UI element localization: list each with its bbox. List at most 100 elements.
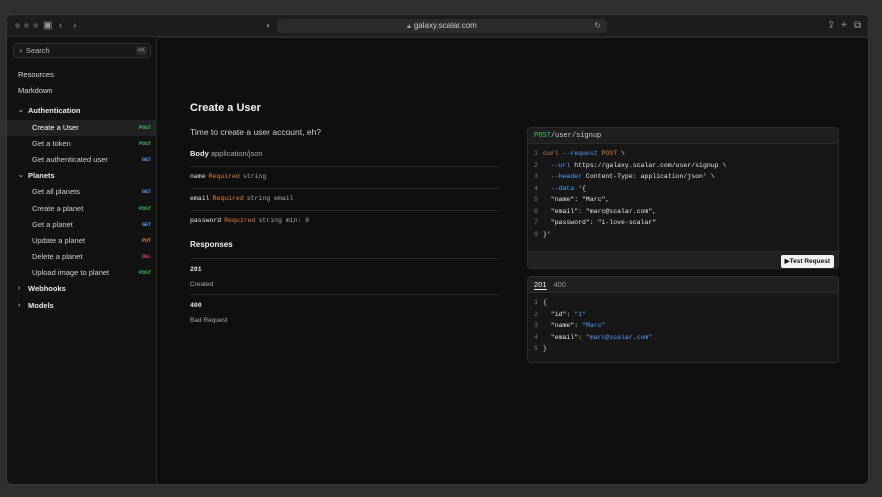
response-text: Created (190, 281, 214, 288)
sidebar-item-label: Markdown (18, 86, 53, 96)
code-line: 8}' (534, 230, 551, 238)
chevron-right-icon: › (18, 285, 21, 293)
param-required: Required (224, 217, 256, 224)
sidebar-item-label: Models (28, 300, 54, 310)
search-shortcut: ⌘K (135, 46, 147, 55)
divider (158, 37, 868, 38)
sidebar-item-label: Get all planets (32, 187, 80, 197)
param-name: name (190, 173, 206, 180)
param-row: name Required string (190, 166, 500, 188)
url-text: galaxy.scalar.com (413, 21, 477, 30)
code-line: 5 "name": "Marc", (534, 196, 610, 203)
sidebar-item-label: Update a planet (32, 235, 85, 245)
sidebar-item-label: Delete a planet (32, 252, 83, 262)
back-icon[interactable]: ‹ (59, 19, 62, 33)
sidebar: ⌕ Search ⌘K Resources Markdown ⌄ Authenticat… (7, 37, 157, 484)
sidebar-item-label: Resources (18, 70, 54, 79)
sidebar-item-delete-a-planet[interactable]: Delete a planet DEL (7, 249, 157, 265)
response-row[interactable]: 201 Created (190, 258, 500, 288)
method-badge: GET (141, 156, 151, 163)
code-line: 3 --header Content-Type: application/jso… (534, 173, 715, 180)
response-example-card: 201 400 1{ 2 "id": "1" 3 "name": "Marc" 4… (527, 276, 839, 363)
window-controls (15, 23, 38, 28)
body-heading: Body application/json (190, 149, 263, 158)
curl-code-block: 1 curl --request POST \ 2 --url https://g… (528, 144, 838, 240)
response-tabs: 201 400 (528, 277, 838, 293)
response-text: Bad Request (190, 317, 228, 324)
param-row: password Required string min: 8 (190, 210, 500, 232)
sidebar-item-label: Create a planet (32, 203, 84, 213)
endpoint-description: Time to create a user account, eh? (190, 127, 322, 137)
sidebar-item-get-authenticated-user[interactable]: Get authenticated user GET (7, 152, 157, 168)
sidebar-item-create-a-planet[interactable]: Create a planet POST (7, 201, 157, 217)
sidebar-item-create-a-user[interactable]: Create a User POST (7, 119, 157, 136)
code-line: 7 "password": "i-love-scalar" (534, 219, 657, 226)
param-required: Required (208, 173, 240, 180)
chevron-down-icon: ⌄ (18, 107, 24, 115)
method-badge: DEL (141, 254, 151, 261)
sidebar-item-markdown[interactable]: Markdown (7, 83, 157, 99)
new-tab-icon[interactable]: + (841, 19, 847, 33)
sidebar-item-get-a-token[interactable]: Get a token POST (7, 136, 157, 152)
method-badge: POST (138, 140, 151, 147)
reload-icon[interactable]: ↻ (594, 19, 601, 33)
response-row[interactable]: 400 Bad Request (190, 294, 500, 324)
code-line: 4 "email": "marc@scalar.com" (534, 333, 653, 341)
address-bar[interactable]: 🔒︎ galaxy.scalar.com ↻ (277, 19, 607, 33)
share-icon[interactable]: ⇪ (827, 19, 835, 33)
request-path: /user/signup (550, 132, 602, 140)
responses-heading: Responses (190, 240, 233, 249)
param-row: email Required string email (190, 188, 500, 210)
sidebar-item-models[interactable]: › Models (7, 298, 157, 314)
minimize-window-dot[interactable] (24, 23, 29, 28)
tab-400[interactable]: 400 (554, 280, 567, 289)
shield-icon[interactable]: ◑ (265, 19, 270, 33)
sidebar-item-label: Create a User (32, 122, 79, 132)
sidebar-item-webhooks[interactable]: › Webhooks (7, 281, 157, 297)
request-card-footer: ▶Test Request (528, 251, 838, 268)
sidebar-item-label: Get authenticated user (32, 154, 108, 164)
response-code-block: 1{ 2 "id": "1" 3 "name": "Marc" 4 "email… (528, 293, 838, 355)
sidebar-item-label: Webhooks (28, 284, 66, 294)
lock-icon: 🔒︎ (407, 23, 411, 30)
method-badge: PUT (141, 237, 151, 244)
sidebar-item-get-a-planet[interactable]: Get a planet GET (7, 217, 157, 233)
sidebar-item-upload-image-to-planet[interactable]: Upload image to planet POST (7, 265, 157, 281)
sidebar-item-label: Authentication (28, 106, 81, 116)
code-line: 2 "id": "1" (534, 310, 586, 318)
param-name: password (190, 217, 222, 224)
forward-icon[interactable]: › (73, 19, 76, 33)
browser-toolbar: ▣ ‹ › ◑ 🔒︎ galaxy.scalar.com ↻ ⇪ + ⧉ (7, 15, 868, 37)
chevron-down-icon: ⌄ (18, 172, 24, 180)
test-request-button[interactable]: ▶Test Request (780, 255, 834, 268)
response-code: 400 (190, 302, 202, 309)
code-line: 1 curl --request POST \ (534, 150, 625, 157)
request-card-header: POST/user/signup (528, 128, 838, 144)
sidebar-item-resources[interactable]: Resources (7, 67, 157, 83)
method-badge: GET (141, 221, 151, 228)
sidebar-item-label: Get a token (32, 138, 71, 148)
code-line: 6 "email": "marc@scalar.com", (534, 207, 657, 215)
sidebar-item-authentication[interactable]: ⌄ Authentication (7, 103, 157, 119)
body-label: Body (190, 149, 209, 158)
code-line: 3 "name": "Marc" (534, 322, 606, 329)
sidebar-item-update-a-planet[interactable]: Update a planet PUT (7, 233, 157, 249)
method-badge: POST (138, 270, 151, 277)
method-badge: GET (141, 189, 151, 196)
param-type: string min: 8 (258, 217, 310, 224)
sidebar-item-get-all-planets[interactable]: Get all planets GET (7, 184, 157, 200)
close-window-dot[interactable] (15, 23, 20, 28)
param-name: email (190, 195, 210, 202)
body-content-type: application/json (210, 149, 263, 158)
code-line: 5} (534, 345, 547, 352)
tab-overview-icon[interactable]: ⧉ (854, 19, 861, 33)
zoom-window-dot[interactable] (33, 23, 38, 28)
search-placeholder: Search (25, 46, 50, 55)
code-line: 4 --data '{ (534, 184, 586, 192)
search-input[interactable]: ⌕ Search ⌘K (13, 43, 151, 58)
method-badge: POST (138, 124, 151, 131)
tab-201[interactable]: 201 (534, 280, 547, 290)
browser-window: ▣ ‹ › ◑ 🔒︎ galaxy.scalar.com ↻ ⇪ + ⧉ ⌕ Sea… (6, 14, 869, 485)
sidebar-toggle-icon[interactable]: ▣ (43, 19, 52, 33)
sidebar-item-planets[interactable]: ⌄ Planets (7, 168, 157, 184)
